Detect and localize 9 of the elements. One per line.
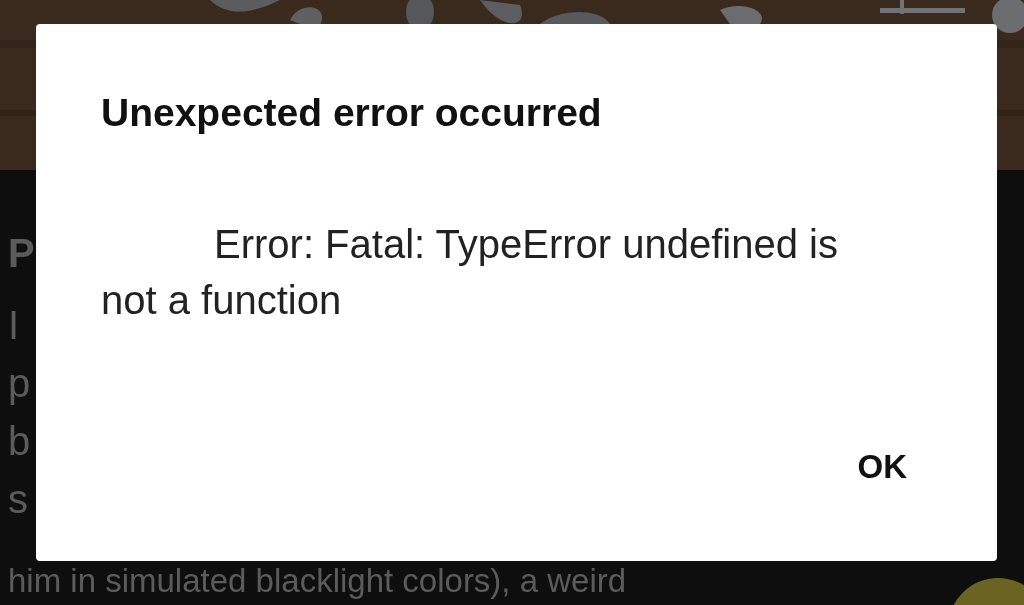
dialog-title: Unexpected error occurred — [101, 90, 602, 136]
article-text: b — [8, 418, 31, 465]
error-message: Error: Fatal: TypeError undefined is not a function — [101, 221, 839, 324]
article-text: I — [8, 302, 20, 349]
ok-button[interactable]: OK — [841, 442, 923, 492]
article-text: him in simulated blacklight colors), a weird — [8, 563, 627, 599]
article-text: P — [8, 230, 35, 277]
article-text: s — [8, 476, 28, 523]
article-text: p — [8, 360, 31, 407]
